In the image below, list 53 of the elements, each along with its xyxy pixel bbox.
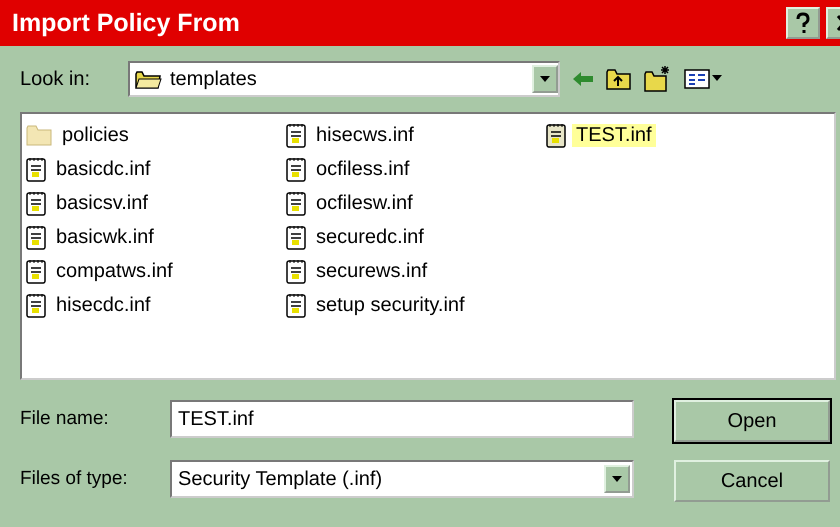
file-item[interactable]: basicsv.inf [26, 186, 286, 220]
file-name: securews.inf [315, 260, 428, 282]
file-item[interactable]: securedc.inf [286, 220, 546, 254]
file-item[interactable]: securews.inf [286, 254, 546, 288]
notepad-icon [286, 156, 306, 182]
file-name: securedc.inf [315, 226, 425, 248]
notepad-icon [286, 224, 306, 250]
help-button[interactable] [786, 7, 820, 39]
file-item[interactable]: basicdc.inf [26, 152, 286, 186]
look-in-dropdown[interactable]: templates [128, 61, 560, 97]
file-item[interactable]: setup security.inf [286, 288, 546, 322]
file-item[interactable]: hisecws.inf [286, 118, 546, 152]
file-name: TEST.inf [572, 124, 656, 146]
notepad-icon [286, 258, 306, 284]
file-name: ocfilesw.inf [315, 192, 414, 214]
file-item[interactable]: basicwk.inf [26, 220, 286, 254]
notepad-icon [26, 156, 46, 182]
file-name-field[interactable]: TEST.inf [170, 400, 634, 438]
window-title: Import Policy From [12, 8, 241, 38]
new-folder-icon[interactable] [644, 65, 672, 93]
file-name: basicsv.inf [55, 192, 149, 214]
file-name: ocfiless.inf [315, 158, 410, 180]
file-name: basicdc.inf [55, 158, 152, 180]
file-item[interactable]: ocfilesw.inf [286, 186, 546, 220]
file-type-dropdown[interactable]: Security Template (.inf) [170, 460, 634, 498]
file-name: hisecdc.inf [55, 294, 152, 316]
folder-icon [26, 124, 52, 146]
file-name: setup security.inf [315, 294, 466, 316]
file-name: policies [61, 124, 130, 146]
file-type-label: Files of type: [20, 468, 129, 490]
notepad-icon [286, 122, 306, 148]
notepad-icon [286, 292, 306, 318]
notepad-icon [26, 190, 46, 216]
view-menu-icon[interactable] [684, 68, 724, 90]
file-name: basicwk.inf [55, 226, 155, 248]
file-item[interactable]: ocfiless.inf [286, 152, 546, 186]
file-name-label: File name: [20, 408, 110, 430]
file-name: compatws.inf [55, 260, 174, 282]
notepad-icon [26, 258, 46, 284]
file-item[interactable]: policies [26, 118, 286, 152]
notepad-icon [26, 292, 46, 318]
file-item[interactable]: hisecdc.inf [26, 288, 286, 322]
help-icon [795, 12, 811, 34]
notepad-icon [546, 122, 566, 148]
notepad-icon [26, 224, 46, 250]
cancel-button[interactable]: Cancel [674, 460, 830, 502]
look-in-label: Look in: [20, 68, 92, 90]
file-item[interactable]: TEST.inf [546, 118, 806, 152]
file-name: hisecws.inf [315, 124, 415, 146]
file-item[interactable]: compatws.inf [26, 254, 286, 288]
up-folder-icon[interactable] [606, 67, 632, 91]
notepad-icon [286, 190, 306, 216]
open-button[interactable]: Open [674, 400, 830, 442]
